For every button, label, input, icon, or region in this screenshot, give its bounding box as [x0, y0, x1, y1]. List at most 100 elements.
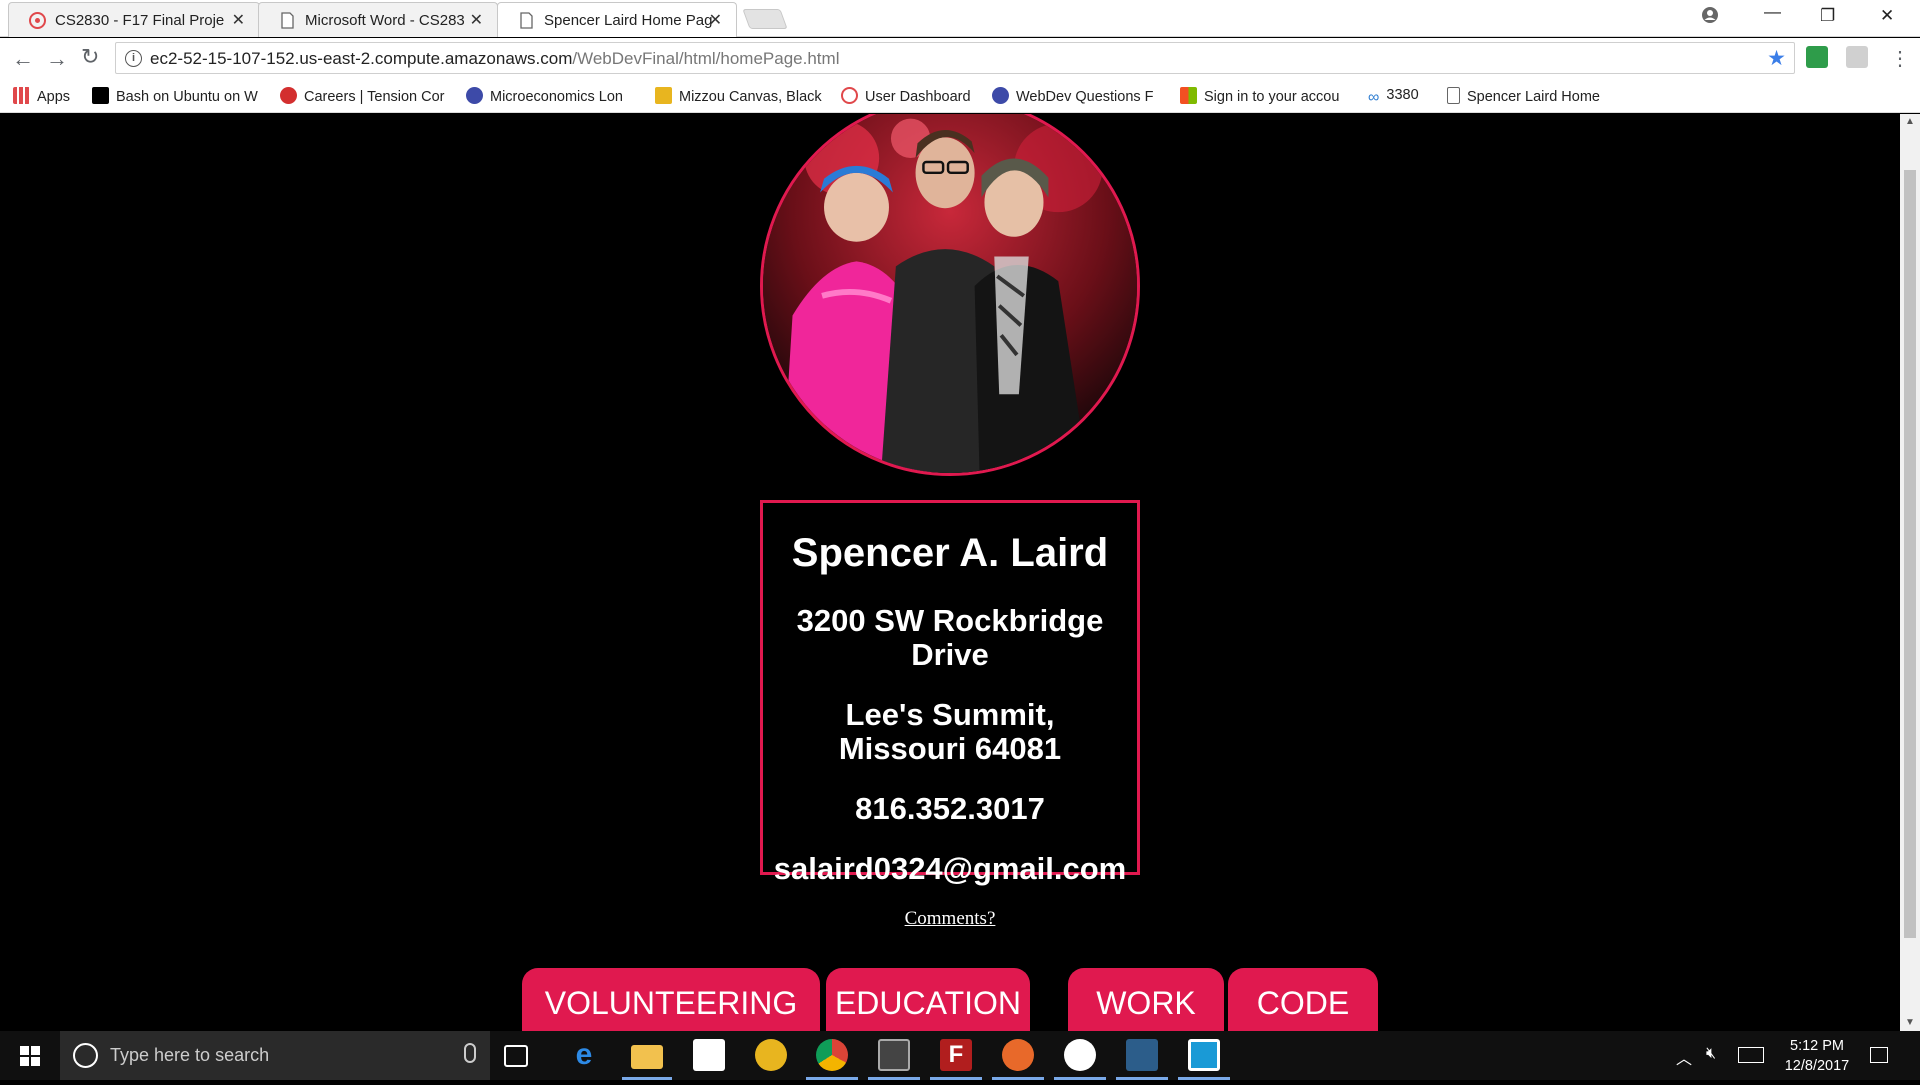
- browser-toolbar: ← → ↻ i ec2-52-15-107-152.us-east-2.comp…: [0, 38, 1920, 80]
- tab-title: CS2830 - F17 Final Proje: [55, 12, 225, 29]
- microphone-icon[interactable]: [464, 1043, 476, 1063]
- quizlet-icon: [466, 87, 483, 104]
- start-button[interactable]: [0, 1031, 60, 1080]
- nav-volunteering-button[interactable]: VOLUNTEERING: [522, 968, 820, 1031]
- nav-education-button[interactable]: EDUCATION: [826, 968, 1030, 1031]
- back-arrow-icon[interactable]: ←: [12, 46, 34, 72]
- edge-icon[interactable]: e: [568, 1039, 600, 1071]
- bookmarks-bar: Apps Bash on Ubuntu on W Careers | Tensi…: [0, 80, 1920, 113]
- bookmark-label: Careers | Tension Cor: [304, 89, 445, 105]
- mysql-workbench-icon[interactable]: [1126, 1039, 1158, 1071]
- search-placeholder: Type here to search: [110, 1045, 270, 1065]
- bookmark-careers-tension[interactable]: Careers | Tension Cor: [280, 87, 450, 107]
- medium-icon: [92, 87, 109, 104]
- bookmark-star-icon[interactable]: ★: [1767, 46, 1786, 71]
- scroll-down-icon[interactable]: ▼: [1905, 1017, 1915, 1028]
- close-window-icon[interactable]: ✕: [1880, 6, 1894, 26]
- apps-grid-icon: [13, 87, 30, 104]
- infinity-icon: ∞: [1368, 89, 1380, 106]
- bookmark-sign-in[interactable]: Sign in to your accou: [1180, 87, 1350, 107]
- file-explorer-icon[interactable]: [631, 1045, 663, 1069]
- email-address: salaird0324@gmail.com: [773, 851, 1127, 886]
- document-icon: [518, 12, 535, 29]
- bookmark-label: Sign in to your accou: [1204, 89, 1340, 105]
- bookmark-user-dashboard[interactable]: User Dashboard: [841, 87, 981, 107]
- phone-number: 816.352.3017: [855, 791, 1045, 826]
- close-tab-icon[interactable]: ✕: [232, 10, 245, 30]
- bookmark-label: 3380: [1386, 87, 1419, 103]
- nav-code-button[interactable]: CODE: [1228, 968, 1378, 1031]
- close-tab-icon[interactable]: ✕: [709, 10, 722, 30]
- reload-icon[interactable]: ↻: [81, 44, 99, 70]
- url-text[interactable]: ec2-52-15-107-152.us-east-2.compute.amaz…: [150, 49, 839, 69]
- duck-icon[interactable]: [755, 1039, 787, 1071]
- menu-icon[interactable]: ⋮: [1890, 46, 1910, 71]
- scrollbar-thumb[interactable]: [1904, 170, 1916, 938]
- street-address: 3200 SW Rockbridge Drive: [796, 603, 1104, 672]
- tab-strip: CS2830 - F17 Final Proje ✕ Microsoft Wor…: [0, 0, 1920, 37]
- clock-time: 5:12 PM: [1790, 1038, 1844, 1054]
- minimize-icon[interactable]: —: [1764, 2, 1781, 22]
- windows-icon: [20, 1046, 40, 1066]
- bookmark-3380[interactable]: ∞ 3380: [1368, 87, 1448, 107]
- cortana-icon: [73, 1043, 98, 1068]
- bookmark-label: Bash on Ubuntu on W: [116, 89, 258, 105]
- info-icon[interactable]: i: [125, 50, 142, 67]
- filezilla-icon[interactable]: F: [940, 1039, 972, 1071]
- microsoft-icon: [1180, 87, 1197, 104]
- mizzou-icon: [655, 87, 672, 104]
- store-icon[interactable]: [693, 1039, 725, 1071]
- nav-work-button[interactable]: WORK: [1068, 968, 1224, 1031]
- sublime-icon[interactable]: [878, 1039, 910, 1071]
- tab-title: Microsoft Word - CS283: [305, 12, 465, 29]
- volume-muted-icon[interactable]: 🔇︎: [1706, 1045, 1716, 1063]
- keyboard-icon[interactable]: [1738, 1047, 1764, 1063]
- canvas-icon: [841, 87, 858, 104]
- document-icon: [279, 12, 296, 29]
- origin-icon[interactable]: [1002, 1039, 1034, 1071]
- bookmark-label: WebDev Questions F: [1016, 89, 1154, 105]
- url-host: ec2-52-15-107-152.us-east-2.compute.amaz…: [150, 49, 573, 68]
- city-state-zip: Lee's Summit, Missouri 64081: [838, 697, 1062, 766]
- extension-icon[interactable]: [1846, 46, 1868, 68]
- restore-icon[interactable]: ❐: [1820, 6, 1835, 26]
- bookmark-apps[interactable]: Apps: [13, 87, 83, 107]
- scroll-up-icon[interactable]: ▲: [1905, 116, 1915, 127]
- slack-icon[interactable]: [1064, 1039, 1096, 1071]
- page-scrollbar[interactable]: ▲ ▼: [1900, 114, 1920, 1031]
- tab-cs2830-final-project[interactable]: CS2830 - F17 Final Proje ✕: [8, 2, 260, 37]
- quizlet-icon: [992, 87, 1009, 104]
- task-view-icon[interactable]: [504, 1045, 528, 1067]
- action-center-icon[interactable]: [1870, 1047, 1888, 1063]
- person-name: Spencer A. Laird: [791, 531, 1109, 575]
- new-tab-button[interactable]: [742, 9, 788, 29]
- bookmark-microeconomics[interactable]: Microeconomics Lon: [466, 87, 636, 107]
- bookmark-label: Spencer Laird Home: [1467, 89, 1600, 105]
- bookmark-label: Apps: [37, 89, 71, 105]
- url-path: /WebDevFinal/html/homePage.html: [572, 49, 840, 68]
- tension-icon: [280, 87, 297, 104]
- bookmark-mizzou-canvas[interactable]: Mizzou Canvas, Black: [655, 87, 825, 107]
- contact-card: Spencer A. Laird 3200 SW Rockbridge Driv…: [760, 500, 1140, 886]
- profile-icon[interactable]: [1701, 6, 1719, 29]
- terminal-app-icon[interactable]: [1188, 1039, 1220, 1071]
- clock-date: 12/8/2017: [1784, 1058, 1850, 1074]
- bookmark-webdev-questions[interactable]: WebDev Questions F: [992, 87, 1162, 107]
- canvas-icon: [29, 12, 46, 29]
- bookmark-bash-ubuntu[interactable]: Bash on Ubuntu on W: [92, 87, 262, 107]
- tab-spencer-laird-home[interactable]: Spencer Laird Home Pag ✕: [497, 2, 737, 37]
- extension-icon[interactable]: [1806, 46, 1828, 68]
- comments-link[interactable]: Comments?: [0, 908, 1900, 930]
- tab-microsoft-word[interactable]: Microsoft Word - CS283 ✕: [258, 2, 498, 37]
- document-icon: [1447, 87, 1460, 104]
- forward-arrow-icon[interactable]: →: [46, 46, 68, 72]
- bookmark-spencer-laird-home[interactable]: Spencer Laird Home: [1447, 87, 1617, 107]
- taskbar-search[interactable]: Type here to search: [60, 1031, 490, 1080]
- bookmark-label: Microeconomics Lon: [490, 89, 623, 105]
- chrome-icon[interactable]: [816, 1039, 848, 1071]
- close-tab-icon[interactable]: ✕: [470, 10, 483, 30]
- address-bar[interactable]: i ec2-52-15-107-152.us-east-2.compute.am…: [115, 42, 1795, 74]
- page-viewport: Spencer A. Laird 3200 SW Rockbridge Driv…: [0, 114, 1900, 1031]
- system-clock[interactable]: 5:12 PM 12/8/2017: [1772, 1036, 1862, 1076]
- show-hidden-icons-icon[interactable]: ︿: [1676, 1045, 1692, 1069]
